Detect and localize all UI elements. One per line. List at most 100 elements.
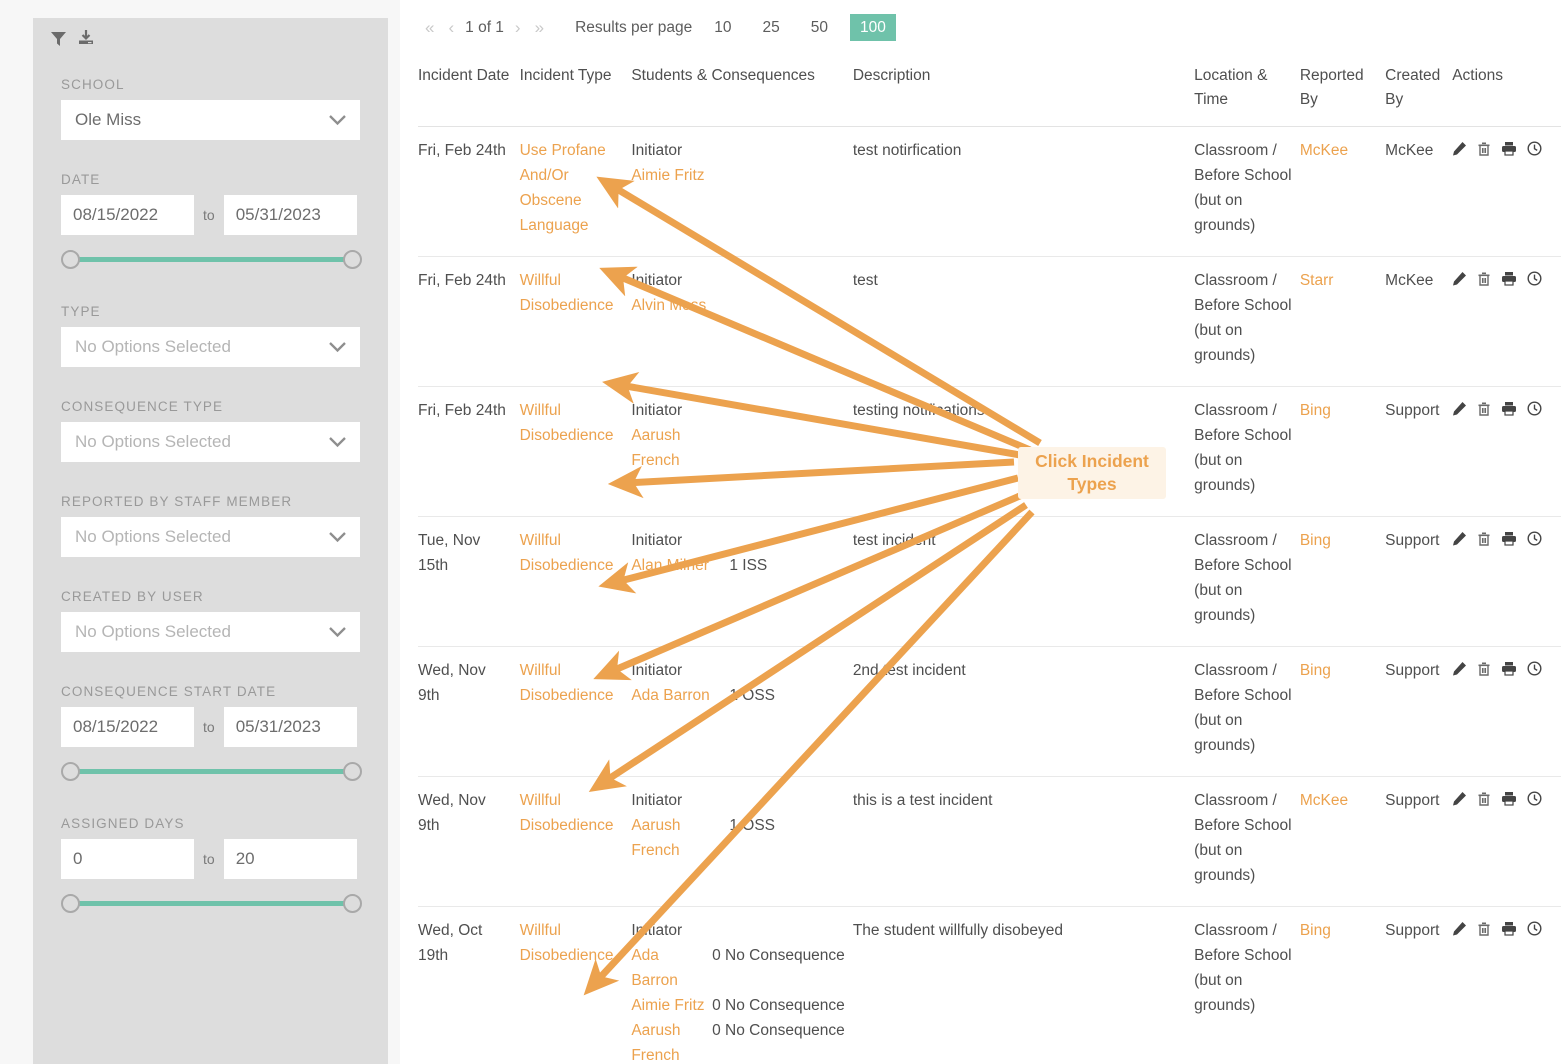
- col-reported-by[interactable]: Reported By: [1300, 56, 1385, 127]
- student-name-link[interactable]: Alan Milner: [631, 553, 729, 578]
- pencil-icon[interactable]: [1452, 531, 1467, 546]
- filter-icon[interactable]: [50, 30, 67, 47]
- print-icon[interactable]: [1501, 531, 1517, 546]
- trash-icon[interactable]: [1477, 661, 1491, 676]
- slider-knob-left[interactable]: [61, 894, 80, 913]
- initiator-label: Initiator: [631, 398, 844, 423]
- filter-select-created_by_user[interactable]: No Options Selected: [61, 612, 360, 652]
- slider-knob-right[interactable]: [343, 250, 362, 269]
- student-name-link[interactable]: Aimie Fritz: [631, 163, 729, 188]
- reported-by-link[interactable]: Bing: [1300, 402, 1331, 419]
- reported-by-link[interactable]: Bing: [1300, 662, 1331, 679]
- print-icon[interactable]: [1501, 401, 1517, 416]
- range-slider[interactable]: [61, 246, 362, 272]
- filter-date-from[interactable]: 08/15/2022: [61, 195, 194, 235]
- reported-by-link[interactable]: McKee: [1300, 792, 1348, 809]
- slider-knob-right[interactable]: [343, 894, 362, 913]
- filter-select-value-reported_by_staff: No Options Selected: [75, 527, 231, 547]
- trash-icon[interactable]: [1477, 141, 1491, 156]
- filter-select-school[interactable]: Ole Miss: [61, 100, 360, 140]
- incident-type-link[interactable]: Willful Disobedience: [520, 402, 614, 444]
- results-per-page-option-100[interactable]: 100: [850, 14, 896, 41]
- student-name-link[interactable]: Alvin Moss: [631, 293, 729, 318]
- page-indicator: 1 of 1: [461, 19, 508, 37]
- incident-type-link[interactable]: Use Profane And/Or Obscene Language: [520, 142, 606, 234]
- col-incident-date[interactable]: Incident Date: [418, 56, 520, 127]
- prev-page-button[interactable]: ‹: [441, 18, 461, 38]
- clock-icon[interactable]: [1527, 271, 1542, 286]
- cell-actions: [1452, 777, 1561, 907]
- pencil-icon[interactable]: [1452, 921, 1467, 936]
- range-slider[interactable]: [61, 758, 362, 784]
- results-per-page-option-10[interactable]: 10: [705, 15, 740, 40]
- student-name-link[interactable]: Aimie Fritz: [631, 993, 712, 1018]
- filter-select-type[interactable]: No Options Selected: [61, 327, 360, 367]
- incident-type-link[interactable]: Willful Disobedience: [520, 662, 614, 704]
- reported-by-link[interactable]: Starr: [1300, 272, 1334, 289]
- student-name-link[interactable]: Ada Barron: [631, 943, 712, 993]
- trash-icon[interactable]: [1477, 791, 1491, 806]
- filter-date-to[interactable]: 05/31/2023: [224, 195, 357, 235]
- next-page-button[interactable]: ›: [508, 18, 528, 38]
- cell-location-time: Classroom / Before School (but on ground…: [1194, 517, 1300, 647]
- pencil-icon[interactable]: [1452, 661, 1467, 676]
- range-slider[interactable]: [61, 890, 362, 916]
- reported-by-link[interactable]: McKee: [1300, 142, 1348, 159]
- filter-consequence_start_date-from[interactable]: 08/15/2022: [61, 707, 194, 747]
- trash-icon[interactable]: [1477, 531, 1491, 546]
- download-icon[interactable]: [77, 29, 95, 47]
- reported-by-link[interactable]: Bing: [1300, 532, 1331, 549]
- results-per-page-option-50[interactable]: 50: [802, 15, 837, 40]
- trash-icon[interactable]: [1477, 921, 1491, 936]
- clock-icon[interactable]: [1527, 531, 1542, 546]
- slider-knob-right[interactable]: [343, 762, 362, 781]
- col-created-by[interactable]: Created By: [1385, 56, 1452, 127]
- student-name-link[interactable]: Aarush French: [631, 1018, 712, 1064]
- slider-knob-left[interactable]: [61, 762, 80, 781]
- last-page-button[interactable]: »: [528, 18, 551, 38]
- student-name-link[interactable]: Ada Barron: [631, 683, 729, 708]
- filter-range-consequence_start_date: 08/15/2022to05/31/2023: [61, 707, 360, 747]
- chevron-down-icon: [328, 341, 347, 353]
- filter-range-date: 08/15/2022to05/31/2023: [61, 195, 360, 235]
- filter-assigned_days-to[interactable]: 20: [224, 839, 357, 879]
- clock-icon[interactable]: [1527, 791, 1542, 806]
- print-icon[interactable]: [1501, 661, 1517, 676]
- print-icon[interactable]: [1501, 271, 1517, 286]
- incident-type-link[interactable]: Willful Disobedience: [520, 532, 614, 574]
- pencil-icon[interactable]: [1452, 141, 1467, 156]
- filter-select-consequence_type[interactable]: No Options Selected: [61, 422, 360, 462]
- slider-knob-left[interactable]: [61, 250, 80, 269]
- col-students[interactable]: Students & Consequences: [631, 56, 852, 127]
- trash-icon[interactable]: [1477, 401, 1491, 416]
- col-location-time[interactable]: Location & Time: [1194, 56, 1300, 127]
- clock-icon[interactable]: [1527, 661, 1542, 676]
- filter-assigned_days-from[interactable]: 0: [61, 839, 194, 879]
- clock-icon[interactable]: [1527, 141, 1542, 156]
- filter-select-reported_by_staff[interactable]: No Options Selected: [61, 517, 360, 557]
- trash-icon[interactable]: [1477, 271, 1491, 286]
- pencil-icon[interactable]: [1452, 401, 1467, 416]
- initiator-label: Initiator: [631, 268, 844, 293]
- pencil-icon[interactable]: [1452, 271, 1467, 286]
- pencil-icon[interactable]: [1452, 791, 1467, 806]
- student-name-link[interactable]: Aarush French: [631, 423, 729, 473]
- reported-by-link[interactable]: Bing: [1300, 922, 1331, 939]
- incident-type-link[interactable]: Willful Disobedience: [520, 272, 614, 314]
- col-incident-type[interactable]: Incident Type: [520, 56, 632, 127]
- results-per-page-option-25[interactable]: 25: [754, 15, 789, 40]
- print-icon[interactable]: [1501, 791, 1517, 806]
- cell-created-by: Support: [1385, 387, 1452, 517]
- incident-type-link[interactable]: Willful Disobedience: [520, 922, 614, 964]
- student-name-link[interactable]: Aarush French: [631, 813, 729, 863]
- student-consequence: [729, 293, 844, 318]
- col-description[interactable]: Description: [853, 56, 1194, 127]
- first-page-button[interactable]: «: [418, 18, 441, 38]
- print-icon[interactable]: [1501, 141, 1517, 156]
- incident-type-link[interactable]: Willful Disobedience: [520, 792, 614, 834]
- print-icon[interactable]: [1501, 921, 1517, 936]
- clock-icon[interactable]: [1527, 921, 1542, 936]
- table-row: Fri, Feb 24thWillful DisobedienceInitiat…: [418, 257, 1561, 387]
- filter-consequence_start_date-to[interactable]: 05/31/2023: [224, 707, 357, 747]
- clock-icon[interactable]: [1527, 401, 1542, 416]
